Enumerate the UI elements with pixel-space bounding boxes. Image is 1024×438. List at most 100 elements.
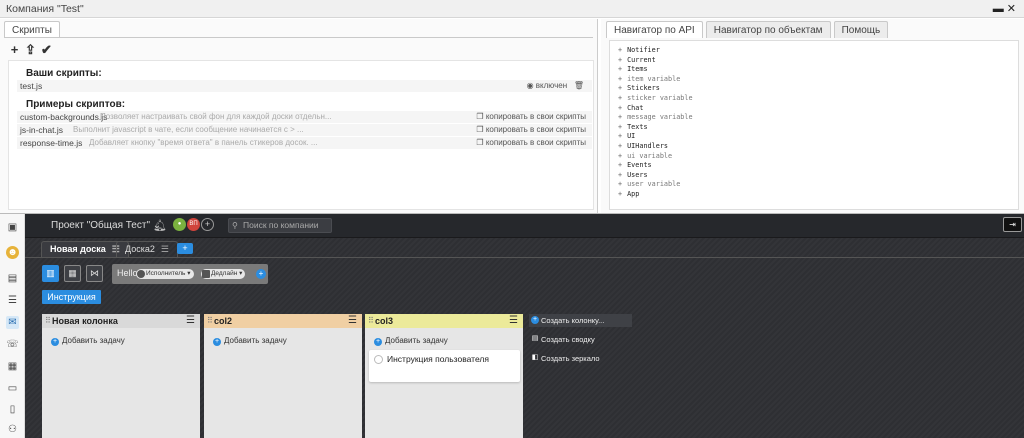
panel-toggle-icon[interactable]: ▣ [6, 221, 19, 234]
tab-object-navigator[interactable]: Навигатор по объектам [705, 21, 831, 38]
api-tree-item[interactable]: + UI [618, 132, 1018, 142]
filter-bar[interactable]: Hello Исполнитель ▾ Дедлайн ▾ + [112, 264, 268, 284]
script-name[interactable]: test.js [20, 80, 42, 92]
add-member-icon[interactable]: + [201, 218, 214, 231]
document-icon[interactable]: ▯ [6, 403, 19, 416]
deadline-select[interactable]: Дедлайн ▾ [201, 269, 246, 279]
tab-scripts[interactable]: Скрипты [4, 21, 60, 38]
api-tree-item[interactable]: + Texts [618, 123, 1018, 133]
menu-icon[interactable]: ☰ [509, 314, 518, 328]
user-script-row[interactable]: test.js ◉ включен 🗑 [17, 80, 592, 92]
expand-icon[interactable]: + [618, 132, 622, 140]
user-avatar[interactable]: ☻ [6, 246, 19, 259]
expand-icon[interactable]: + [618, 152, 622, 160]
expand-icon[interactable]: + [618, 123, 622, 131]
expand-icon[interactable]: + [618, 75, 622, 83]
expand-icon[interactable]: + [618, 94, 622, 102]
column-title[interactable]: col2 [214, 316, 232, 326]
column-title[interactable]: Новая колонка [52, 316, 118, 326]
api-item-label: UI [627, 132, 636, 141]
monitor-icon[interactable]: ▭ [6, 382, 19, 395]
copy-icon[interactable]: ❐ [476, 138, 483, 147]
api-tree-item[interactable]: + UIHandlers [618, 142, 1018, 152]
menu-icon[interactable]: ☰ [348, 314, 357, 328]
toggle-icon[interactable]: ◉ [527, 81, 534, 90]
calendar-icon[interactable]: ▦ [6, 360, 19, 373]
expand-icon[interactable]: + [618, 190, 622, 198]
create-column-button[interactable]: + Создать колонку... [529, 314, 632, 327]
api-tree-item[interactable]: + App [618, 190, 1018, 200]
assignee-select[interactable]: Исполнитель ▾ [136, 269, 194, 279]
trash-icon[interactable]: 🗑 [574, 81, 584, 90]
gantt-view-icon[interactable]: ⋈ [86, 265, 103, 282]
upload-icon[interactable]: ⇪ [25, 42, 36, 58]
expand-icon[interactable]: + [618, 113, 622, 121]
api-tree-item[interactable]: + user variable [618, 180, 1018, 190]
drag-handle-icon[interactable]: ⠿ [207, 314, 213, 328]
add-filter-button[interactable]: + [256, 269, 266, 279]
check-icon[interactable]: ✔ [41, 42, 52, 58]
expand-icon[interactable]: + [618, 65, 622, 73]
expand-icon[interactable]: + [618, 171, 622, 179]
project-selector[interactable]: Проект "Общая Тест" ⌄ [51, 220, 161, 231]
exit-icon[interactable]: ⇥ [1003, 217, 1022, 232]
filter-text[interactable]: Hello [117, 268, 138, 278]
bell-icon[interactable]: 🔔︎ [153, 219, 167, 232]
add-task-button[interactable]: + Добавить задачу [374, 336, 448, 346]
expand-icon[interactable]: + [618, 84, 622, 92]
api-tree-item[interactable]: + Users [618, 171, 1018, 181]
list-icon[interactable]: ☰ [6, 294, 19, 307]
expand-icon[interactable]: + [618, 46, 622, 54]
column-title[interactable]: col3 [375, 316, 393, 326]
expand-icon[interactable]: + [618, 161, 622, 169]
add-icon[interactable]: + [9, 42, 20, 57]
api-tree-item[interactable]: + ui variable [618, 152, 1018, 162]
add-task-button[interactable]: + Добавить задачу [51, 336, 125, 346]
api-tree-item[interactable]: + Items [618, 65, 1018, 75]
api-tree-item[interactable]: + message variable [618, 113, 1018, 123]
copy-link[interactable]: копировать в свои скрипты [486, 125, 586, 134]
drag-handle-icon[interactable]: ⠿ [368, 314, 374, 328]
expand-icon[interactable]: + [618, 104, 622, 112]
create-summary-button[interactable]: ▤ Создать сводку [529, 333, 632, 346]
expand-icon[interactable]: + [618, 180, 622, 188]
column-header: ⠿ Новая колонка ☰ [42, 314, 200, 328]
api-tree-item[interactable]: + Current [618, 56, 1018, 66]
copy-icon[interactable]: ❐ [476, 112, 483, 121]
copy-link[interactable]: копировать в свои скрипты [486, 112, 586, 121]
avatar-initials[interactable]: ВП [187, 218, 200, 231]
expand-icon[interactable]: + [618, 142, 622, 150]
users-icon[interactable]: ⚇ [6, 423, 19, 436]
expand-icon[interactable]: + [618, 56, 622, 64]
create-mirror-button[interactable]: ◧ Создать зеркало [529, 352, 632, 365]
kanban-view-icon[interactable]: ▥ [42, 265, 59, 282]
add-board-button[interactable]: + [177, 243, 193, 254]
menu-icon[interactable]: ☰ [186, 314, 195, 328]
avatar[interactable]: ● [173, 218, 186, 231]
copy-link[interactable]: копировать в свои скрипты [486, 138, 586, 147]
tab-board-2[interactable]: Доска2 ☰ [116, 241, 178, 257]
board-icon[interactable]: ▤ [6, 272, 19, 285]
search-input[interactable]: ⚲ Поиск по компании [228, 218, 332, 233]
api-tree-item[interactable]: + Events [618, 161, 1018, 171]
close-icon[interactable]: ✕ [1007, 3, 1016, 15]
chat-icon[interactable]: ☏ [6, 338, 19, 351]
api-tree-item[interactable]: + Notifier [618, 46, 1018, 56]
api-tree-item[interactable]: + Chat [618, 104, 1018, 114]
example-row: js-in-chat.js Выполнит javascript в чате… [17, 124, 592, 136]
instruction-button[interactable]: Инструкция [42, 290, 101, 304]
drag-handle-icon[interactable]: ⠿ [45, 314, 51, 328]
checkbox-icon[interactable] [374, 355, 383, 364]
tab-api-navigator[interactable]: Навигатор по API [606, 21, 703, 38]
menu-icon[interactable]: ☰ [161, 244, 169, 254]
add-task-button[interactable]: + Добавить задачу [213, 336, 287, 346]
tab-help[interactable]: Помощь [833, 21, 889, 38]
minimize-icon[interactable]: ▬ [993, 3, 1004, 15]
inbox-icon[interactable]: ✉ [6, 316, 19, 329]
calendar-view-icon[interactable]: ▦ [64, 265, 81, 282]
api-tree-item[interactable]: + item variable [618, 75, 1018, 85]
api-tree-item[interactable]: + sticker variable [618, 94, 1018, 104]
api-tree-item[interactable]: + Stickers [618, 84, 1018, 94]
task-card[interactable]: Инструкция пользователя [369, 350, 520, 382]
copy-icon[interactable]: ❐ [476, 125, 483, 134]
